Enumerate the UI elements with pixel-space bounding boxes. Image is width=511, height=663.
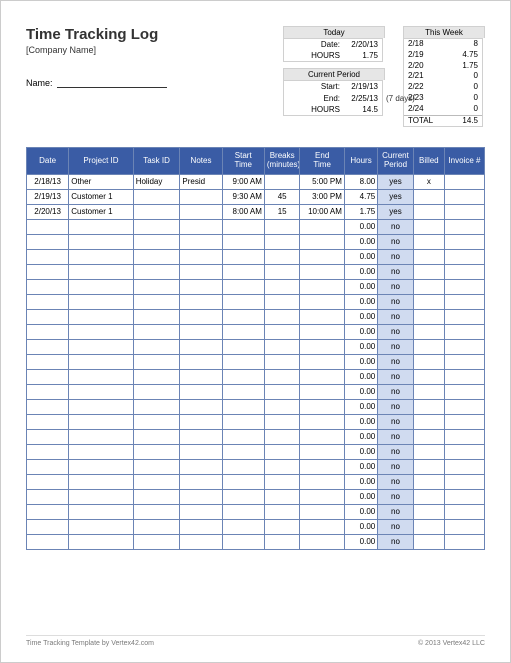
table-row[interactable]: 0.00no: [27, 459, 485, 474]
table-row[interactable]: 0.00no: [27, 534, 485, 549]
table-row[interactable]: 0.00no: [27, 339, 485, 354]
today-date: 2/20/13: [340, 39, 378, 50]
table-row[interactable]: 0.00no: [27, 219, 485, 234]
col-header: StartTime: [222, 148, 264, 175]
table-row[interactable]: 0.00no: [27, 489, 485, 504]
week-total: TOTAL14.5: [404, 115, 482, 127]
col-header: Breaks(minutes): [264, 148, 300, 175]
col-header: Invoice #: [444, 148, 484, 175]
week-row: 2/240: [404, 104, 482, 115]
week-row: 2/188: [404, 39, 482, 50]
col-header: Task ID: [133, 148, 180, 175]
cp-hours-label: HOURS: [288, 104, 340, 115]
table-row[interactable]: 0.00no: [27, 324, 485, 339]
cp-end-label: End:: [288, 93, 340, 104]
this-week-title: This Week: [403, 26, 485, 38]
name-label: Name:: [26, 78, 53, 88]
cp-days-note: (7 days): [386, 93, 415, 104]
table-row[interactable]: 0.00no: [27, 369, 485, 384]
table-row[interactable]: 0.00no: [27, 414, 485, 429]
col-header: Billed: [413, 148, 444, 175]
col-header: EndTime: [300, 148, 344, 175]
col-header: Hours: [344, 148, 377, 175]
week-row: 2/210: [404, 71, 482, 82]
footer-right: © 2013 Vertex42 LLC: [418, 640, 485, 647]
table-row[interactable]: 0.00no: [27, 264, 485, 279]
footer-left: Time Tracking Template by Vertex42.com: [26, 640, 154, 647]
col-header: Notes: [180, 148, 222, 175]
this-week-body: 2/1882/194.752/201.752/2102/2202/2302/24…: [403, 38, 483, 127]
table-row[interactable]: 0.00no: [27, 474, 485, 489]
week-row: 2/194.75: [404, 50, 482, 61]
today-box: Today Date:2/20/13 HOURS1.75: [283, 26, 385, 62]
company-name: [Company Name]: [26, 45, 167, 55]
time-log-table: DateProject IDTask IDNotesStartTimeBreak…: [26, 147, 485, 550]
week-row: 2/201.75: [404, 61, 482, 72]
page-title: Time Tracking Log: [26, 26, 167, 43]
table-row[interactable]: 0.00no: [27, 309, 485, 324]
table-row[interactable]: 0.00no: [27, 504, 485, 519]
current-period-title: Current Period: [283, 68, 385, 80]
table-row[interactable]: 0.00no: [27, 234, 485, 249]
table-row[interactable]: 0.00no: [27, 294, 485, 309]
name-input-line[interactable]: [57, 77, 167, 88]
col-header: Date: [27, 148, 69, 175]
week-row: 2/220: [404, 82, 482, 93]
today-hours-label: HOURS: [288, 50, 340, 61]
week-row: 2/230: [404, 93, 482, 104]
table-row[interactable]: 0.00no: [27, 384, 485, 399]
cp-start-label: Start:: [288, 81, 340, 92]
cp-end: 2/25/13: [340, 93, 378, 104]
table-row[interactable]: 0.00no: [27, 399, 485, 414]
cp-start: 2/19/13: [340, 81, 378, 92]
table-row[interactable]: 2/20/13Customer 18:00 AM1510:00 AM1.75ye…: [27, 204, 485, 219]
col-header: CurrentPeriod: [378, 148, 414, 175]
today-title: Today: [283, 26, 385, 38]
table-row[interactable]: 2/19/13Customer 19:30 AM453:00 PM4.75yes: [27, 189, 485, 204]
table-row[interactable]: 2/18/13OtherHolidayPresid9:00 AM5:00 PM8…: [27, 174, 485, 189]
table-row[interactable]: 0.00no: [27, 249, 485, 264]
current-period-box: Current Period Start:2/19/13 End: 2/25/1…: [283, 68, 385, 116]
today-hours: 1.75: [340, 50, 378, 61]
table-row[interactable]: 0.00no: [27, 519, 485, 534]
table-row[interactable]: 0.00no: [27, 444, 485, 459]
table-row[interactable]: 0.00no: [27, 279, 485, 294]
col-header: Project ID: [69, 148, 133, 175]
table-row[interactable]: 0.00no: [27, 429, 485, 444]
today-date-label: Date:: [288, 39, 340, 50]
table-header-row: DateProject IDTask IDNotesStartTimeBreak…: [27, 148, 485, 175]
cp-hours: 14.5: [340, 104, 378, 115]
table-row[interactable]: 0.00no: [27, 354, 485, 369]
